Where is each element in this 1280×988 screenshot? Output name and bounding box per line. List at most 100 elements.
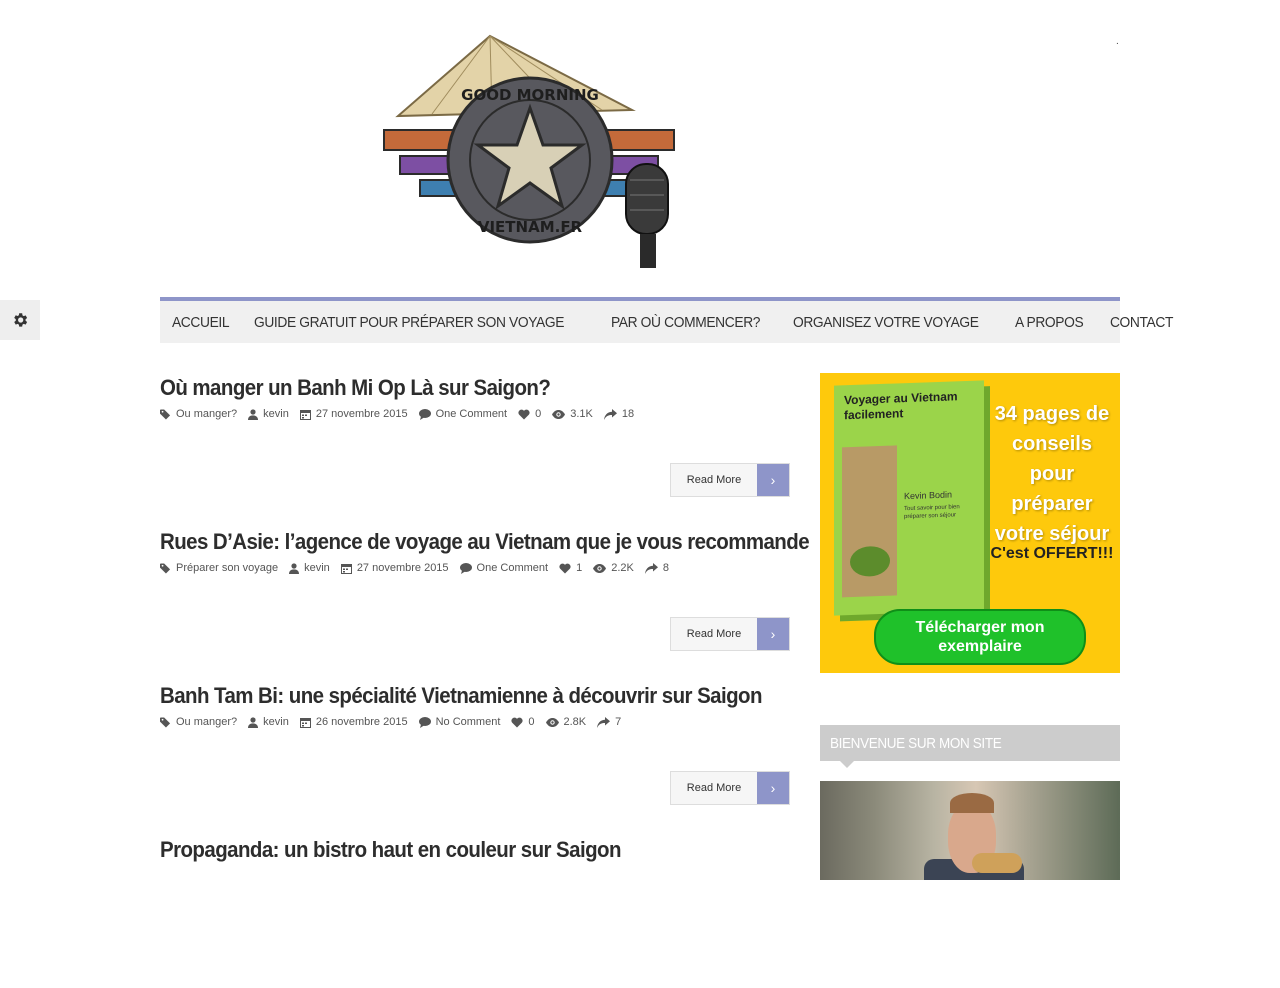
post-views: 2.2K: [593, 562, 634, 574]
nav-par-ou-commencer[interactable]: PAR OÙ COMMENCER?: [599, 314, 772, 331]
comment-icon: [418, 716, 431, 728]
header-dot: .: [1116, 36, 1119, 47]
post-title[interactable]: Rues D’Asie: l’agence de voyage au Vietn…: [160, 526, 810, 558]
post-author-label: kevin: [304, 562, 330, 574]
nav-accueil[interactable]: ACCUEIL: [160, 314, 241, 331]
post-category[interactable]: Ou manger?: [160, 408, 237, 420]
post-title[interactable]: Où manger un Banh Mi Op Là sur Saigon?: [160, 372, 746, 404]
post-date: 26 novembre 2015: [299, 716, 408, 728]
share-icon: [597, 716, 611, 728]
logo-text-top: GOOD MORNING: [461, 86, 599, 104]
post-likes[interactable]: 1: [559, 562, 582, 574]
chevron-right-icon: ›: [757, 618, 789, 650]
post-category[interactable]: Ou manger?: [160, 716, 237, 728]
read-more-button[interactable]: Read More ›: [670, 463, 790, 497]
widget-title: BIENVENUE SUR MON SITE: [830, 734, 1002, 752]
post-date-label: 26 novembre 2015: [315, 716, 408, 728]
post-shares[interactable]: 8: [644, 562, 669, 574]
logo-text-bottom: VIETNAM.FR: [478, 218, 583, 236]
read-more-button[interactable]: Read More ›: [670, 617, 790, 651]
post-list: Où manger un Banh Mi Op Là sur Saigon? O…: [160, 372, 810, 988]
post-title[interactable]: Propaganda: un bistro haut en couleur su…: [160, 834, 746, 866]
read-more-label: Read More: [686, 474, 742, 486]
post-title[interactable]: Banh Tam Bi: une spécialité Vietnamienne…: [160, 680, 763, 712]
logo-graphic: GOOD MORNING VIETNAM.FR: [383, 34, 675, 268]
user-icon: [289, 562, 300, 574]
post-author[interactable]: kevin: [248, 408, 289, 420]
post-author-label: kevin: [263, 716, 289, 728]
comment-icon: [418, 408, 431, 420]
post-category-label: Ou manger?: [176, 408, 238, 420]
widget-title-bar: BIENVENUE SUR MON SITE: [820, 725, 1120, 761]
share-icon: [644, 562, 658, 574]
ebook-author: Kevin Bodin: [904, 489, 953, 502]
comment-icon: [459, 562, 472, 574]
post-category[interactable]: Préparer son voyage: [160, 562, 278, 574]
post-shares-count: 18: [621, 408, 635, 420]
site-logo[interactable]: GOOD MORNING VIETNAM.FR: [372, 30, 688, 268]
nav-organisez-votre-voyage[interactable]: ORGANISEZ VOTRE VOYAGE: [781, 314, 991, 331]
ebook-headline: 34 pages de conseils pour préparer votre…: [994, 403, 1110, 545]
post-author[interactable]: kevin: [248, 716, 289, 728]
widget-title-pointer: [840, 761, 854, 768]
share-icon: [603, 408, 617, 420]
post-author[interactable]: kevin: [289, 562, 330, 574]
chevron-right-icon: ›: [757, 772, 789, 804]
post-date-label: 27 novembre 2015: [315, 408, 408, 420]
eye-icon: [593, 563, 607, 573]
post-item: Où manger un Banh Mi Op Là sur Saigon? O…: [160, 372, 790, 526]
post-shares-count: 8: [662, 562, 669, 574]
style-switcher-toggle[interactable]: [0, 300, 40, 340]
user-icon: [248, 716, 259, 728]
post-comments-label: One Comment: [435, 408, 508, 420]
read-more-button[interactable]: Read More ›: [670, 771, 790, 805]
post-item: Propaganda: un bistro haut en couleur su…: [160, 834, 790, 988]
post-likes[interactable]: 0: [511, 716, 535, 728]
nav-a-propos[interactable]: A PROPOS: [1003, 314, 1095, 331]
post-category-label: Ou manger?: [176, 716, 238, 728]
ebook-download-banner[interactable]: Voyager au Vietnam facilement Kevin Bodi…: [820, 373, 1120, 673]
nav-guide-gratuit[interactable]: GUIDE GRATUIT POUR PRÉPARER SON VOYAGE: [242, 314, 576, 331]
tag-icon: [160, 716, 171, 728]
ebook-cover: Voyager au Vietnam facilement Kevin Bodi…: [834, 380, 984, 616]
calendar-icon: [340, 563, 352, 574]
post-likes-count: 1: [576, 562, 583, 574]
post-views-count: 2.2K: [611, 562, 634, 574]
post-likes[interactable]: 0: [518, 408, 541, 420]
gear-icon: [14, 313, 28, 327]
ebook-offer: C'est OFFERT!!!: [990, 545, 1114, 562]
post-views-count: 3.1K: [570, 408, 593, 420]
post-comments[interactable]: No Comment: [418, 716, 501, 728]
post-views-count: 2.8K: [563, 716, 587, 728]
welcome-photo: [820, 781, 1120, 880]
post-likes-count: 0: [528, 716, 535, 728]
heart-icon: [559, 563, 571, 573]
chevron-right-icon: ›: [757, 464, 789, 496]
eye-icon: [545, 717, 559, 727]
post-views: 3.1K: [552, 408, 593, 420]
post-meta: Ou manger? kevin 26 novembre 2015 No Com…: [160, 716, 790, 728]
post-author-label: kevin: [263, 408, 289, 420]
post-shares-count: 7: [615, 716, 622, 728]
post-comments[interactable]: One Comment: [418, 408, 508, 420]
post-meta: Préparer son voyage kevin 27 novembre 20…: [160, 562, 790, 574]
post-shares[interactable]: 7: [597, 716, 621, 728]
post-likes-count: 0: [535, 408, 542, 420]
post-item: Banh Tam Bi: une spécialité Vietnamienne…: [160, 680, 790, 834]
calendar-icon: [299, 409, 311, 420]
post-shares[interactable]: 18: [603, 408, 635, 420]
post-date: 27 novembre 2015: [340, 562, 449, 574]
ebook-download-button[interactable]: Télécharger mon exemplaire: [874, 609, 1086, 665]
post-comments-label: No Comment: [435, 716, 501, 728]
nav-contact[interactable]: CONTACT: [1098, 314, 1185, 331]
post-meta: Ou manger? kevin 27 novembre 2015 One Co…: [160, 408, 790, 420]
post-comments-label: One Comment: [476, 562, 549, 574]
post-category-label: Préparer son voyage: [176, 562, 279, 574]
post-comments[interactable]: One Comment: [459, 562, 549, 574]
user-icon: [248, 408, 259, 420]
person-hair: [950, 793, 994, 813]
ebook-cover-photo: [842, 445, 897, 598]
tag-icon: [160, 562, 171, 574]
heart-icon: [511, 717, 523, 727]
post-date-label: 27 novembre 2015: [356, 562, 449, 574]
